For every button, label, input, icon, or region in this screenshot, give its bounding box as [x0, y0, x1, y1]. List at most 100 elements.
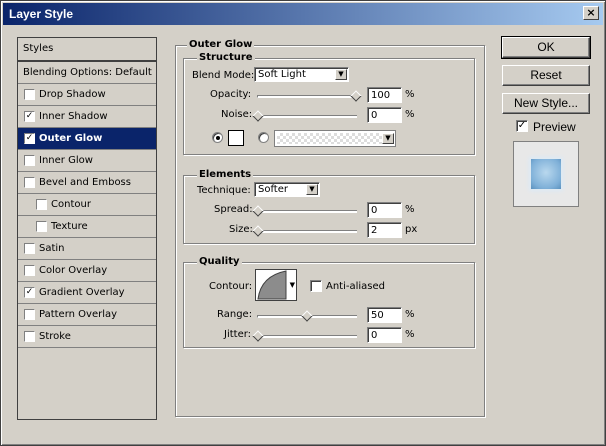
- opacity-slider[interactable]: [257, 90, 362, 102]
- range-slider[interactable]: [257, 310, 357, 322]
- noise-input[interactable]: 0: [367, 107, 402, 123]
- style-item-label: Drop Shadow: [39, 89, 106, 100]
- anti-aliased-checkbox[interactable]: [310, 280, 322, 292]
- style-checkbox[interactable]: [24, 243, 35, 254]
- solid-color-radio[interactable]: [212, 132, 223, 143]
- spread-label: Spread:: [214, 204, 253, 215]
- new-style-button[interactable]: New Style...: [502, 93, 590, 114]
- contour-chevron-down-icon: ▼: [289, 281, 295, 289]
- style-checkbox[interactable]: ✓: [24, 287, 35, 298]
- technique-chevron-down-icon: ▼: [306, 184, 318, 195]
- size-slider[interactable]: [252, 225, 357, 237]
- style-item-label: Contour: [51, 199, 91, 210]
- style-checkbox[interactable]: [24, 331, 35, 342]
- style-item-label: Color Overlay: [39, 265, 108, 276]
- noise-label: Noise:: [221, 109, 253, 120]
- style-item-label: Gradient Overlay: [39, 287, 125, 298]
- ok-button[interactable]: OK: [501, 36, 591, 59]
- styles-list-item[interactable]: Color Overlay: [18, 260, 156, 282]
- style-item-label: Blending Options: Default: [23, 67, 152, 78]
- technique-dropdown[interactable]: Softer ▼: [254, 182, 320, 197]
- preview-thumbnail: [513, 141, 579, 207]
- preview-swatch: [531, 159, 561, 189]
- styles-list-item[interactable]: Drop Shadow: [18, 84, 156, 106]
- style-checkbox[interactable]: [24, 89, 35, 100]
- glow-color-swatch[interactable]: [228, 130, 244, 146]
- spread-unit: %: [405, 204, 415, 215]
- noise-slider[interactable]: [252, 110, 357, 122]
- style-checkbox[interactable]: [24, 177, 35, 188]
- gradient-preview: [277, 133, 383, 144]
- range-unit: %: [405, 309, 415, 320]
- opacity-input[interactable]: 100: [367, 87, 402, 103]
- noise-unit: %: [405, 109, 415, 120]
- styles-list-item[interactable]: Contour: [18, 194, 156, 216]
- style-checkbox[interactable]: [36, 221, 47, 232]
- blend-mode-dropdown[interactable]: Soft Light ▼: [254, 67, 349, 82]
- style-checkbox[interactable]: [24, 309, 35, 320]
- styles-list-item[interactable]: ✓ Inner Shadow: [18, 106, 156, 128]
- gradient-chevron-down-icon: ▼: [382, 133, 394, 144]
- opacity-unit: %: [405, 89, 415, 100]
- blend-mode-label: Blend Mode:: [192, 70, 255, 81]
- window-title: Layer Style: [9, 7, 74, 21]
- styles-list-item[interactable]: Bevel and Emboss: [18, 172, 156, 194]
- style-item-label: Outer Glow: [39, 133, 103, 144]
- styles-list: Styles Blending Options: Default Drop Shad…: [17, 37, 157, 420]
- styles-list-item[interactable]: Pattern Overlay: [18, 304, 156, 326]
- style-checkbox[interactable]: [24, 265, 35, 276]
- style-checkbox[interactable]: [36, 199, 47, 210]
- contour-picker[interactable]: ▼: [255, 269, 297, 301]
- structure-title: Structure: [197, 52, 255, 63]
- gradient-radio[interactable]: [258, 132, 269, 143]
- styles-list-item[interactable]: Styles: [18, 38, 156, 62]
- reset-button[interactable]: Reset: [502, 65, 590, 86]
- style-item-label: Inner Shadow: [39, 111, 108, 122]
- quality-title: Quality: [197, 256, 242, 267]
- preview-label: Preview: [533, 120, 576, 134]
- gradient-picker[interactable]: ▼: [274, 130, 396, 147]
- style-item-label: Texture: [51, 221, 88, 232]
- size-input[interactable]: 2: [367, 222, 402, 238]
- styles-list-item[interactable]: Inner Glow: [18, 150, 156, 172]
- contour-label: Contour:: [209, 281, 253, 292]
- preview-checkbox[interactable]: ✓: [516, 120, 528, 132]
- elements-title: Elements: [197, 169, 254, 180]
- jitter-unit: %: [405, 329, 415, 340]
- technique-label: Technique:: [197, 185, 251, 196]
- range-label: Range:: [217, 309, 253, 320]
- layer-style-dialog: Layer Style × Styles Blending Options: De…: [0, 0, 606, 446]
- radio-dot: [216, 136, 220, 140]
- range-input[interactable]: 50: [367, 307, 402, 323]
- opacity-label: Opacity:: [210, 89, 252, 100]
- style-item-label: Satin: [39, 243, 65, 254]
- style-checkbox[interactable]: [24, 155, 35, 166]
- size-unit: px: [405, 224, 418, 235]
- jitter-input[interactable]: 0: [367, 327, 402, 343]
- style-checkbox[interactable]: ✓: [24, 111, 35, 122]
- size-label: Size:: [229, 224, 253, 235]
- styles-list-item[interactable]: Blending Options: Default: [18, 62, 156, 84]
- anti-aliased-label: Anti-aliased: [326, 281, 386, 292]
- outer-glow-title: Outer Glow: [187, 39, 255, 50]
- jitter-slider[interactable]: [252, 330, 357, 342]
- style-item-label: Inner Glow: [39, 155, 93, 166]
- styles-list-item[interactable]: Texture: [18, 216, 156, 238]
- styles-list-item[interactable]: ✓ Gradient Overlay: [18, 282, 156, 304]
- technique-value: Softer: [258, 184, 288, 195]
- spread-input[interactable]: 0: [367, 202, 402, 218]
- styles-list-item[interactable]: Satin: [18, 238, 156, 260]
- styles-list-item[interactable]: ✓ Outer Glow: [18, 128, 156, 150]
- style-checkbox[interactable]: ✓: [24, 133, 35, 144]
- chevron-down-icon: ▼: [335, 69, 347, 80]
- contour-curve-icon: [257, 270, 287, 300]
- blend-mode-value: Soft Light: [258, 69, 306, 80]
- jitter-label: Jitter:: [224, 329, 252, 340]
- styles-list-item[interactable]: Stroke: [18, 326, 156, 348]
- style-item-label: Stroke: [39, 331, 71, 342]
- style-item-label: Pattern Overlay: [39, 309, 118, 320]
- spread-slider[interactable]: [252, 205, 357, 217]
- style-item-label: Styles: [23, 43, 54, 54]
- title-bar[interactable]: Layer Style ×: [3, 3, 603, 25]
- close-button[interactable]: ×: [583, 6, 599, 20]
